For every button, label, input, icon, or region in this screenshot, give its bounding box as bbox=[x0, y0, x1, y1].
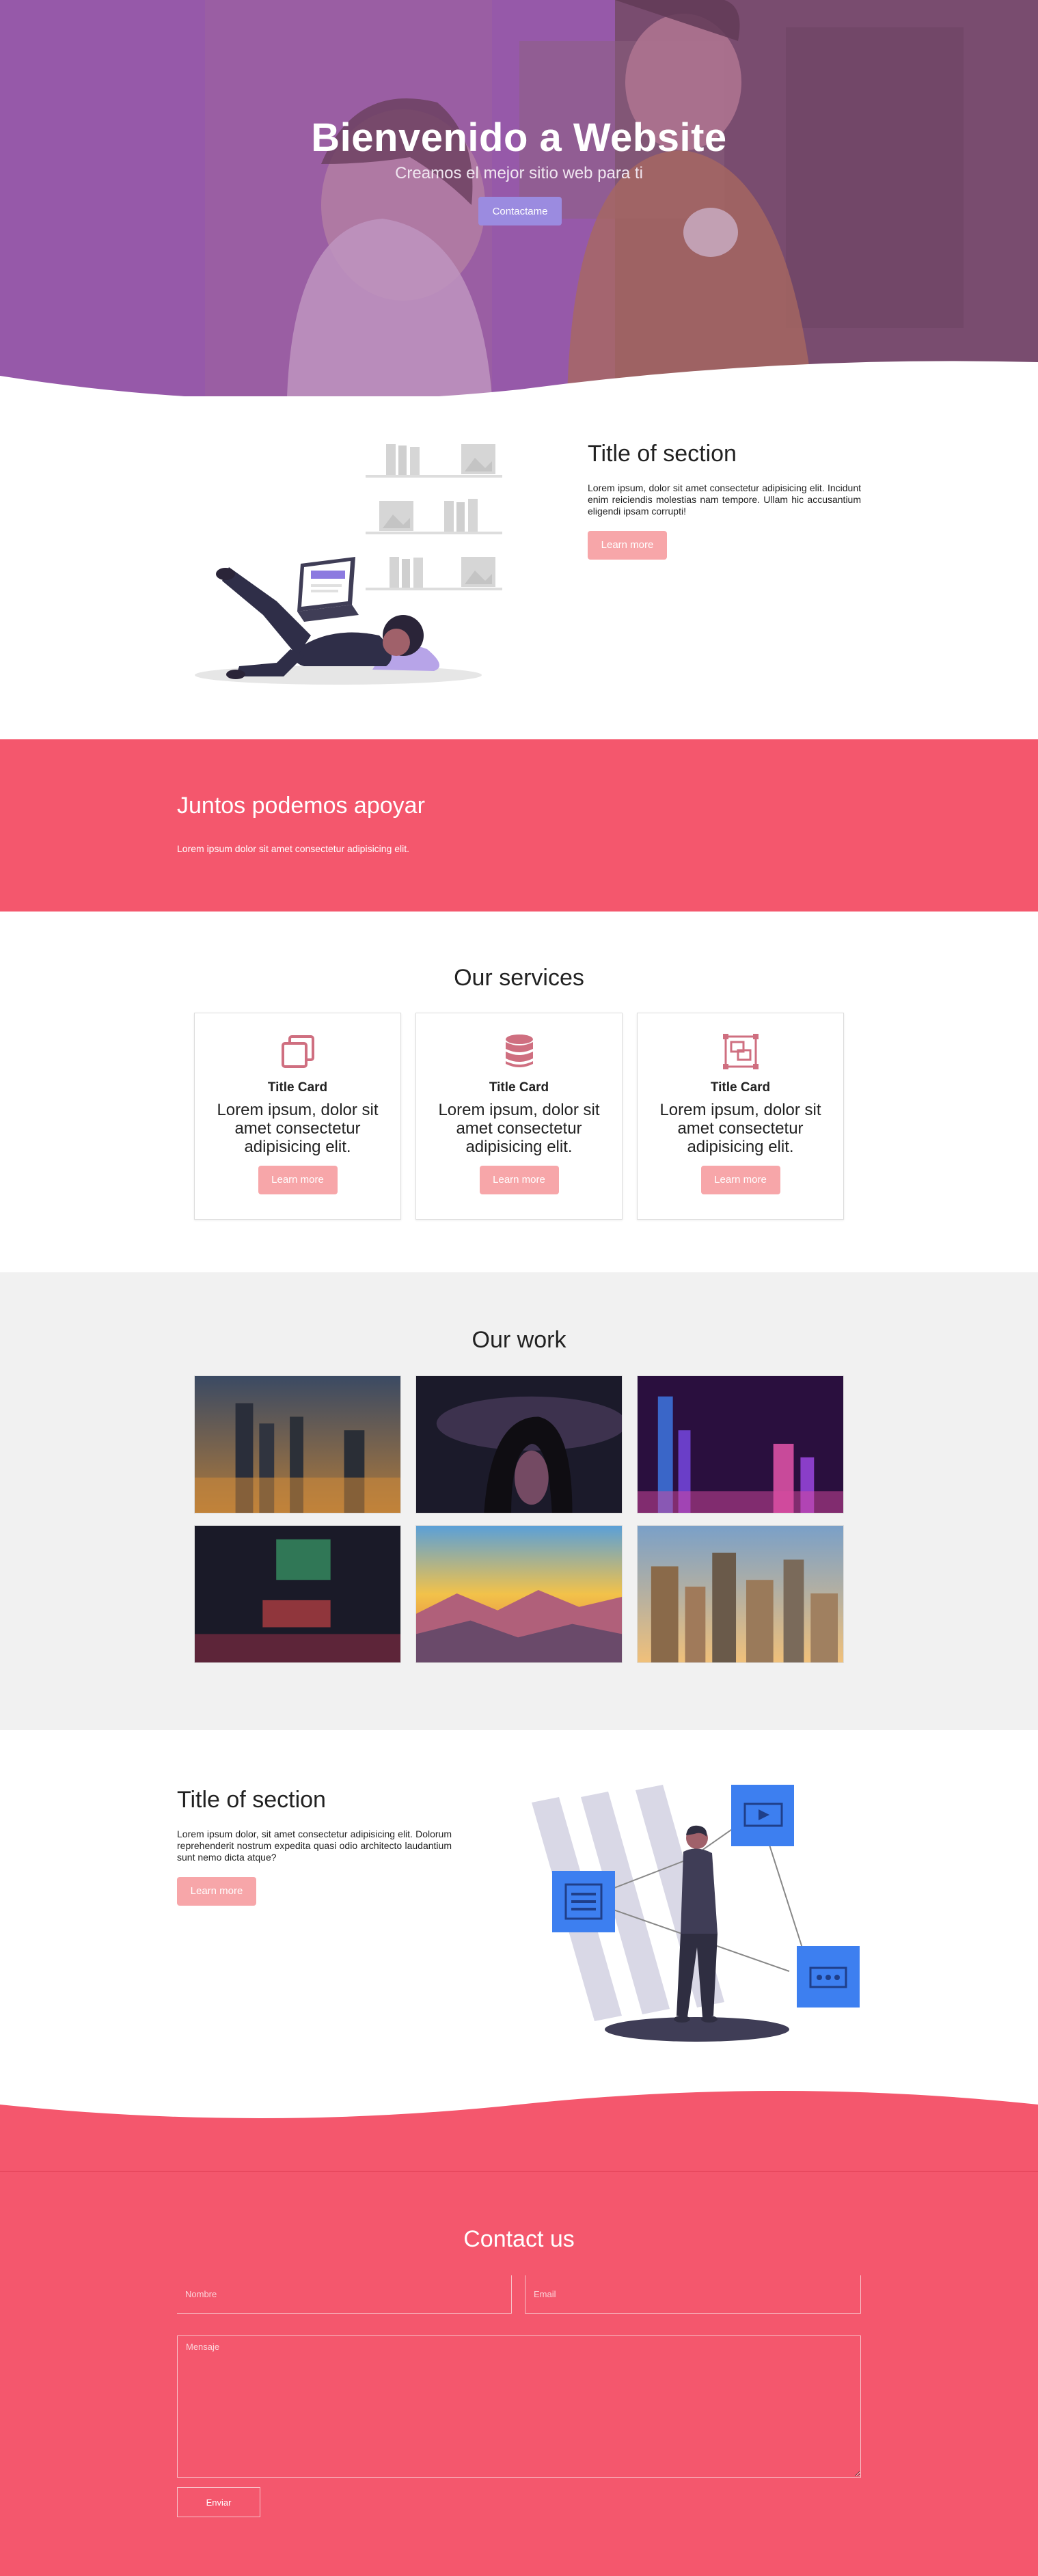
work-image-mountain-sunset[interactable] bbox=[415, 1525, 623, 1663]
work-image-city-daylight[interactable] bbox=[637, 1525, 844, 1663]
section1-body: Lorem ipsum, dolor sit amet consectetur … bbox=[588, 482, 861, 517]
section2-title: Title of section bbox=[177, 1787, 326, 1813]
service-card-title: Title Card bbox=[489, 1080, 549, 1095]
service-card: Title Card Lorem ipsum, dolor sit amet c… bbox=[637, 1013, 844, 1220]
service-card-title: Title Card bbox=[710, 1080, 771, 1095]
band-body: Lorem ipsum dolor sit amet consectetur a… bbox=[177, 843, 410, 854]
name-field[interactable] bbox=[177, 2275, 512, 2314]
send-button[interactable]: Enviar bbox=[177, 2487, 260, 2517]
service-card: Title Card Lorem ipsum, dolor sit amet c… bbox=[194, 1013, 401, 1220]
service-card-body: Lorem ipsum, dolor sit amet consectetur … bbox=[659, 1101, 821, 1156]
section1-title: Title of section bbox=[588, 441, 737, 467]
object-group-icon bbox=[722, 1034, 759, 1069]
service-card-learn-more-button[interactable]: Learn more bbox=[479, 1166, 559, 1194]
work-image-rainy-street[interactable] bbox=[194, 1525, 401, 1663]
person-reading-illustration bbox=[195, 444, 502, 685]
support-band bbox=[0, 739, 1038, 912]
hero-title: Bienvenido a Website bbox=[311, 115, 727, 160]
band-title: Juntos podemos apoyar bbox=[177, 793, 425, 819]
services-title: Our services bbox=[454, 965, 584, 991]
section2-learn-more-button[interactable]: Learn more bbox=[177, 1877, 256, 1906]
service-card-learn-more-button[interactable]: Learn more bbox=[700, 1166, 780, 1194]
service-card-title: Title Card bbox=[267, 1080, 328, 1095]
email-field[interactable] bbox=[525, 2275, 861, 2314]
service-card: Title Card Lorem ipsum, dolor sit amet c… bbox=[415, 1013, 623, 1220]
work-title: Our work bbox=[472, 1327, 566, 1353]
person-media-illustration bbox=[532, 1785, 860, 2042]
section1-text: Title of section Lorem ipsum, dolor sit … bbox=[588, 441, 861, 560]
section1-learn-more-button[interactable]: Learn more bbox=[588, 531, 667, 560]
work-image-night-sky-arch[interactable] bbox=[415, 1375, 623, 1513]
hero-banner: Bienvenido a Website Creamos el mejor si… bbox=[0, 0, 1038, 396]
database-icon bbox=[505, 1034, 533, 1067]
section2-body: Lorem ipsum dolor, sit amet consectetur … bbox=[177, 1828, 452, 1863]
service-card-body: Lorem ipsum, dolor sit amet consectetur … bbox=[438, 1101, 600, 1156]
copy-icon bbox=[281, 1035, 314, 1068]
service-card-body: Lorem ipsum, dolor sit amet consectetur … bbox=[217, 1101, 379, 1156]
service-card-learn-more-button[interactable]: Learn more bbox=[258, 1166, 338, 1194]
message-field[interactable] bbox=[177, 2335, 861, 2478]
hero-wave-divider bbox=[0, 361, 1038, 396]
work-image-neon-skyline[interactable] bbox=[637, 1375, 844, 1513]
contact-me-button[interactable]: Contactame bbox=[478, 197, 562, 225]
contact-section-background bbox=[0, 2091, 1038, 2576]
hero-subtitle: Creamos el mejor sitio web para ti bbox=[395, 164, 643, 182]
work-image-city-night[interactable] bbox=[194, 1375, 401, 1513]
contact-title: Contact us bbox=[463, 2226, 575, 2252]
landing-page: Bienvenido a Website Creamos el mejor si… bbox=[0, 0, 1038, 2576]
section2-text: Title of section Lorem ipsum dolor, sit … bbox=[177, 1787, 452, 1906]
